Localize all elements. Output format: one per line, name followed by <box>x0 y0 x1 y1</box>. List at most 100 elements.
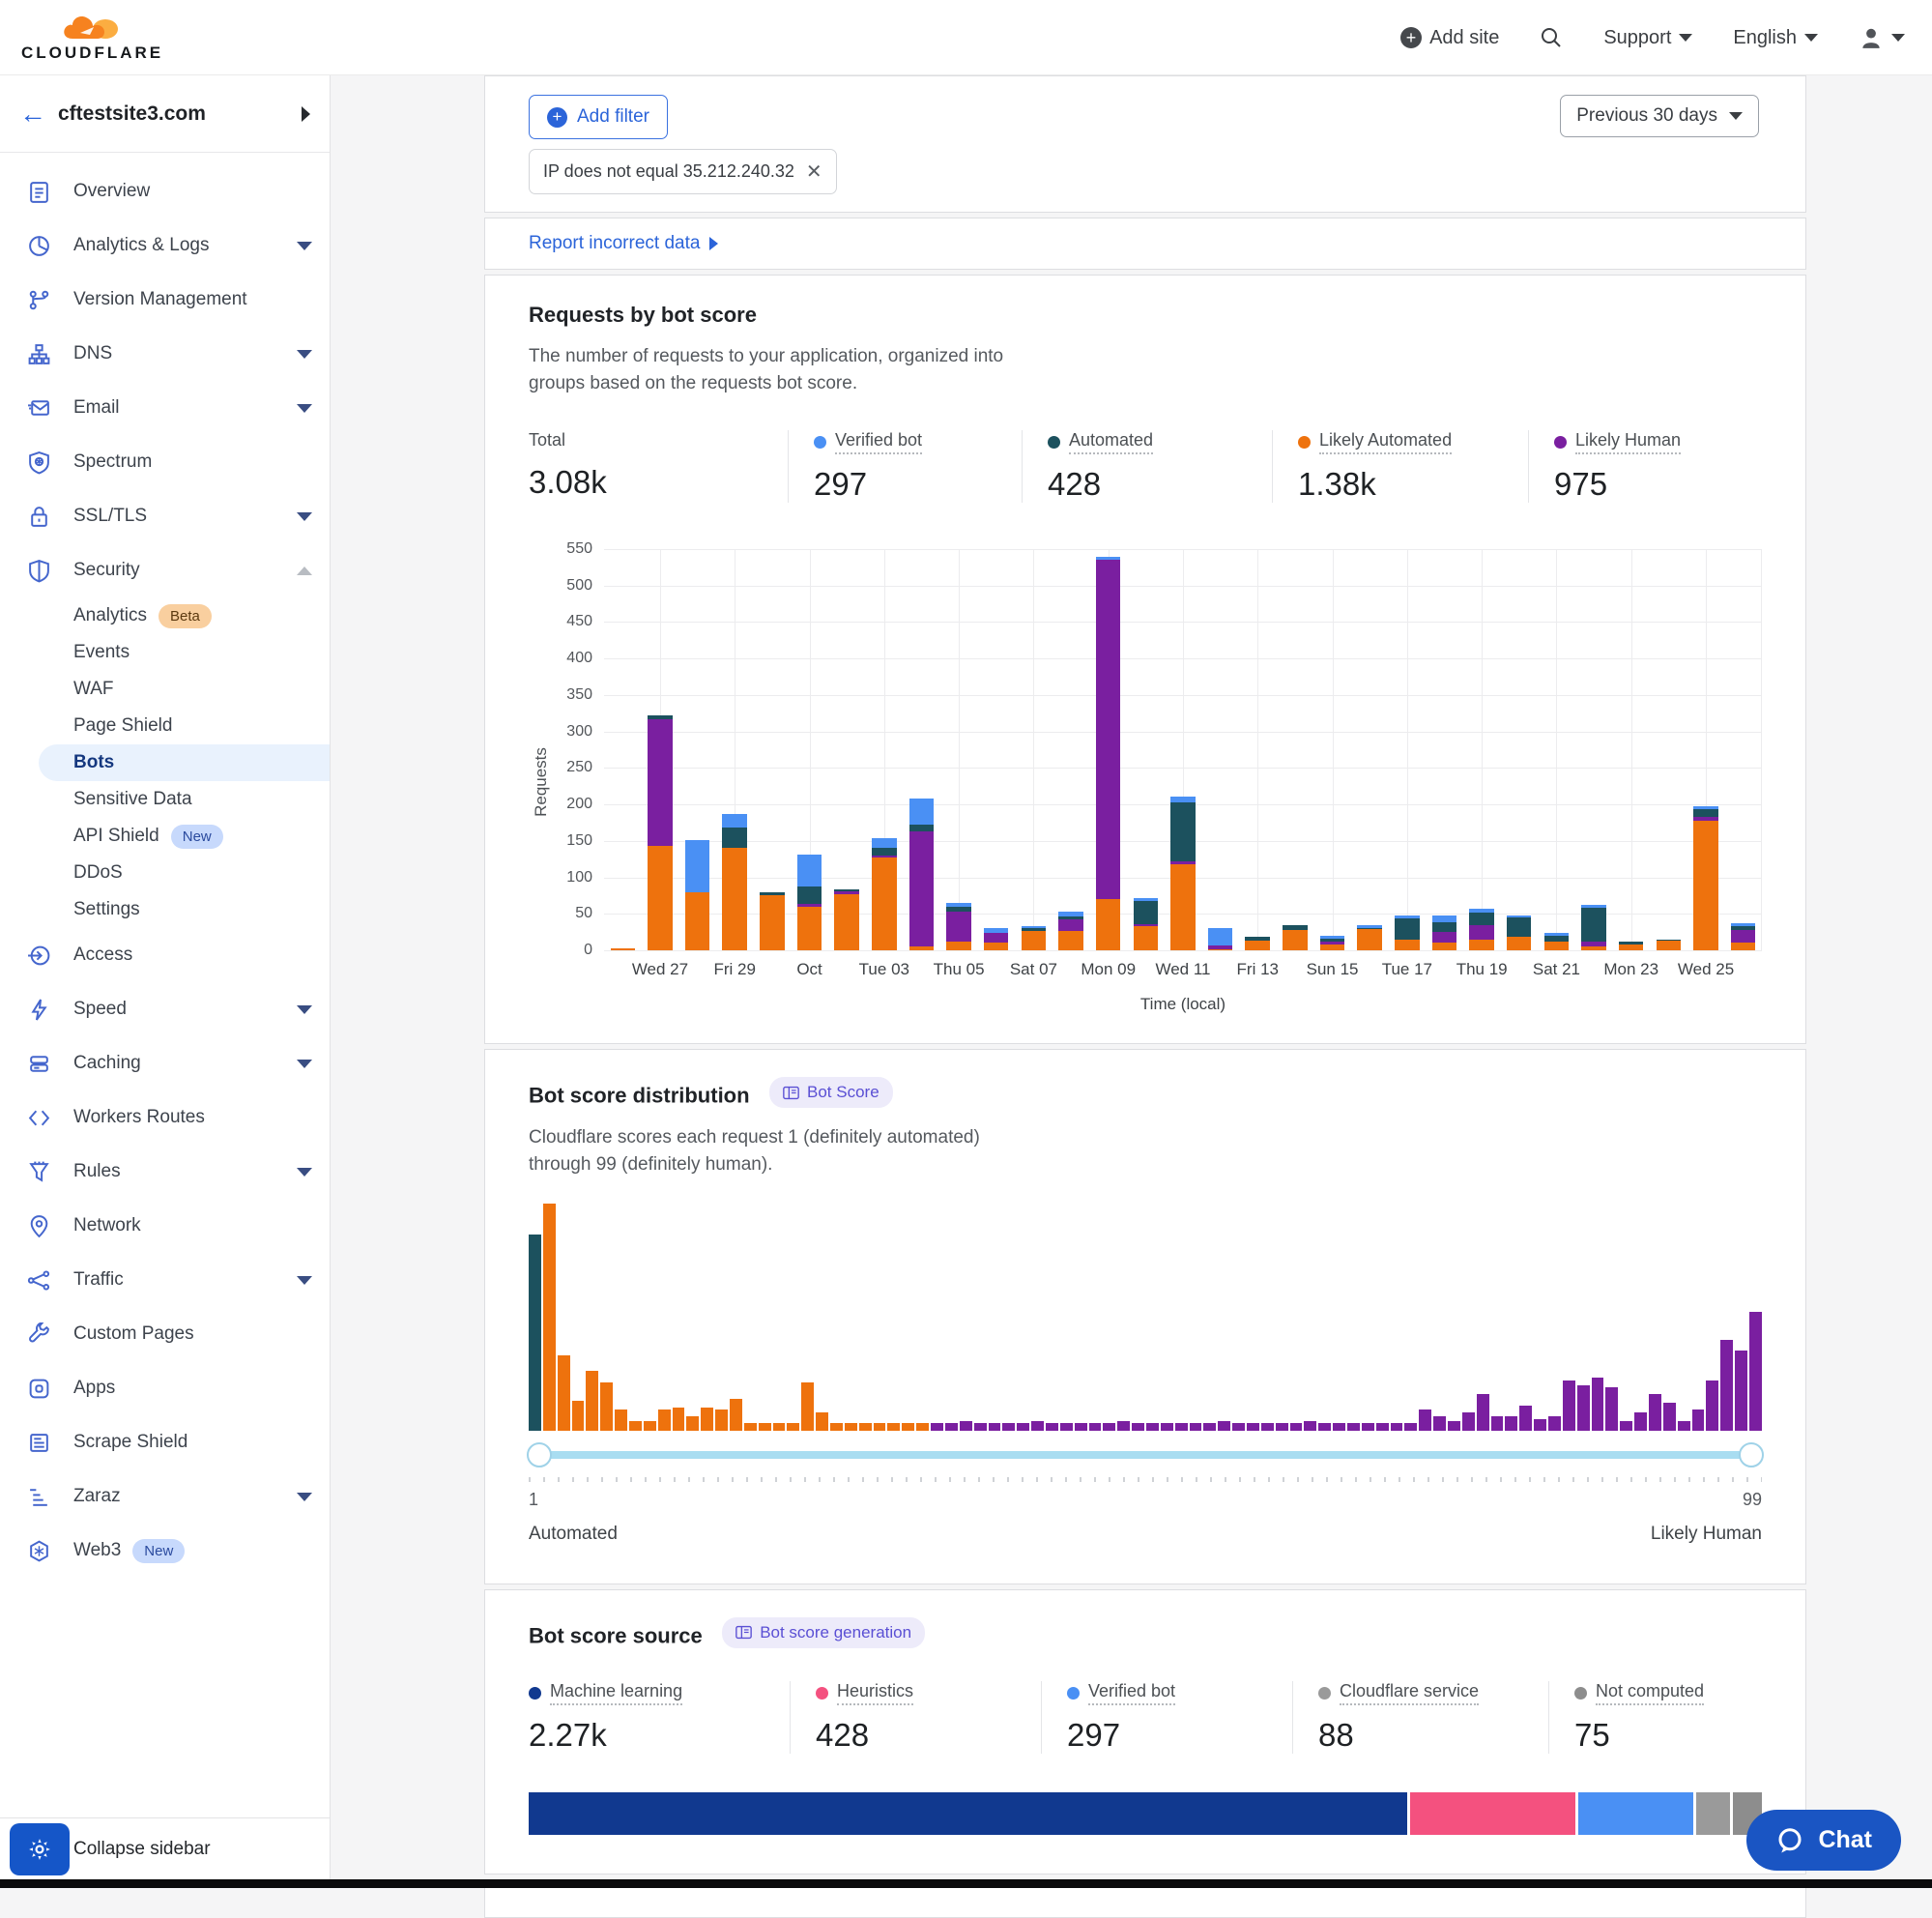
histogram-bar <box>1276 1423 1288 1430</box>
chevron-down-icon[interactable] <box>297 404 312 413</box>
bot-score-badge-label: Bot Score <box>807 1083 879 1102</box>
add-site-button[interactable]: + Add site <box>1400 27 1499 49</box>
histogram-bar <box>874 1423 886 1430</box>
bar-segment-verified-bot <box>722 814 747 828</box>
sidebar-item-access[interactable]: Access <box>0 928 330 982</box>
bar-slot <box>642 549 679 950</box>
legend-dot <box>1067 1687 1080 1700</box>
histogram-bar <box>586 1371 598 1430</box>
stat-label[interactable]: Automated <box>1048 430 1153 454</box>
sidebar-item-apps[interactable]: Apps <box>0 1361 330 1415</box>
account-menu[interactable] <box>1859 25 1905 50</box>
sidebar-item-dns[interactable]: DNS <box>0 327 330 381</box>
web3-icon <box>27 1538 52 1563</box>
chevron-down-icon[interactable] <box>297 350 312 359</box>
histogram-bar <box>1419 1409 1431 1430</box>
sidebar-item-zaraz[interactable]: Zaraz <box>0 1469 330 1524</box>
stat-label[interactable]: Not computed <box>1574 1681 1704 1705</box>
settings-gear-button[interactable] <box>10 1823 70 1875</box>
stat-automated: Automated 428 <box>1022 430 1272 503</box>
collapse-sidebar-button[interactable]: Collapse sidebar <box>73 1839 211 1860</box>
sidebar-subitem-waf[interactable]: WAF <box>0 671 330 708</box>
chevron-down-icon[interactable] <box>297 1168 312 1177</box>
sidebar-item-spectrum[interactable]: Spectrum <box>0 435 330 489</box>
back-arrow-icon[interactable]: ← <box>19 99 58 130</box>
stat-value: 428 <box>1048 466 1253 503</box>
stat-label[interactable]: Cloudflare service <box>1318 1681 1479 1705</box>
search-button[interactable] <box>1540 26 1563 49</box>
sidebar-subitem-sensitive-data[interactable]: Sensitive Data <box>0 781 330 818</box>
bot-score-badge[interactable]: Bot Score <box>769 1077 893 1108</box>
report-incorrect-data-link[interactable]: Report incorrect data <box>529 233 718 254</box>
remove-filter-icon[interactable]: ✕ <box>806 160 822 184</box>
sidebar-subitem-ddos[interactable]: DDoS <box>0 855 330 891</box>
stat-label[interactable]: Likely Human <box>1554 430 1681 454</box>
chevron-down-icon[interactable] <box>297 242 312 250</box>
chat-button[interactable]: Chat <box>1746 1810 1901 1871</box>
histogram-bar <box>1735 1351 1747 1430</box>
filter-chip[interactable]: IP does not equal 35.212.240.32 ✕ <box>529 149 837 194</box>
bot-score-generation-badge[interactable]: Bot score generation <box>722 1617 925 1648</box>
language-menu[interactable]: English <box>1733 27 1818 49</box>
legend-dot <box>529 1687 541 1700</box>
sidebar-subitem-bots[interactable]: Bots <box>39 744 330 781</box>
slider-track[interactable] <box>529 1451 1762 1459</box>
sidebar-subitem-events[interactable]: Events <box>0 634 330 671</box>
bot-score-histogram <box>529 1204 1762 1431</box>
bar-segment-likely-automated <box>1657 941 1682 950</box>
sidebar-subitem-analytics[interactable]: AnalyticsBeta <box>0 597 330 634</box>
time-range-dropdown[interactable]: Previous 30 days <box>1560 95 1759 137</box>
chevron-up-icon[interactable] <box>297 567 312 575</box>
chevron-down-icon[interactable] <box>297 1060 312 1068</box>
bar-segment-likely-human <box>1432 932 1457 943</box>
sidebar-item-caching[interactable]: Caching <box>0 1036 330 1090</box>
new-badge: New <box>171 825 223 849</box>
stat-label[interactable]: Verified bot <box>814 430 922 454</box>
sidebar-subitem-page-shield[interactable]: Page Shield <box>0 708 330 744</box>
sidebar-item-ssl-tls[interactable]: SSL/TLS <box>0 489 330 543</box>
site-expand-icon[interactable] <box>302 106 310 122</box>
requests-by-bot-score-card: Requests by bot score The number of requ… <box>484 275 1806 1044</box>
chevron-down-icon[interactable] <box>297 1493 312 1501</box>
chevron-down-icon[interactable] <box>297 1276 312 1285</box>
sidebar-item-rules[interactable]: Rules <box>0 1145 330 1199</box>
sidebar-item-version-management[interactable]: Version Management <box>0 273 330 327</box>
support-menu[interactable]: Support <box>1603 27 1692 49</box>
histogram-bar <box>1247 1423 1259 1430</box>
bar-slot <box>604 549 642 950</box>
stat-label[interactable]: Heuristics <box>816 1681 913 1705</box>
slider-handle-max[interactable] <box>1739 1442 1764 1468</box>
legend-dot <box>1554 436 1567 449</box>
sidebar-item-workers-routes[interactable]: Workers Routes <box>0 1090 330 1145</box>
sidebar-item-scrape-shield[interactable]: Scrape Shield <box>0 1415 330 1469</box>
stat-label[interactable]: Machine learning <box>529 1681 682 1705</box>
requests-chart: Requests 0501001502002503003504004505005… <box>529 549 1762 1014</box>
stacked-bar <box>1208 928 1233 950</box>
stat-label[interactable]: Likely Automated <box>1298 430 1452 454</box>
bar-slot <box>1239 549 1277 950</box>
sidebar-item-speed[interactable]: Speed <box>0 982 330 1036</box>
sidebar-item-web3[interactable]: Web3New <box>0 1524 330 1578</box>
histogram-bar <box>931 1423 943 1430</box>
chevron-down-icon[interactable] <box>297 512 312 521</box>
stat-label[interactable]: Verified bot <box>1067 1681 1175 1705</box>
sidebar-item-traffic[interactable]: Traffic <box>0 1253 330 1307</box>
sidebar-item-email[interactable]: Email <box>0 381 330 435</box>
stacked-bar <box>1731 923 1756 950</box>
add-filter-button[interactable]: + Add filter <box>529 95 668 139</box>
chevron-down-icon[interactable] <box>297 1005 312 1014</box>
bar-segment-likely-human <box>946 912 971 942</box>
stacked-bar <box>1170 797 1196 950</box>
bar-segment-automated <box>1469 913 1494 925</box>
sidebar-item-network[interactable]: Network <box>0 1199 330 1253</box>
stat-label[interactable]: Total <box>529 430 565 452</box>
sidebar-subitem-settings[interactable]: Settings <box>0 891 330 928</box>
sidebar-item-custom-pages[interactable]: Custom Pages <box>0 1307 330 1361</box>
slider-handle-min[interactable] <box>527 1442 552 1468</box>
sidebar-item-overview[interactable]: Overview <box>0 164 330 218</box>
bar-segment-likely-human <box>1469 925 1494 940</box>
bar-slot <box>1089 549 1127 950</box>
sidebar-subitem-api-shield[interactable]: API ShieldNew <box>0 818 330 855</box>
sidebar-item-analytics-logs[interactable]: Analytics & Logs <box>0 218 330 273</box>
sidebar-item-security[interactable]: Security <box>0 543 330 597</box>
